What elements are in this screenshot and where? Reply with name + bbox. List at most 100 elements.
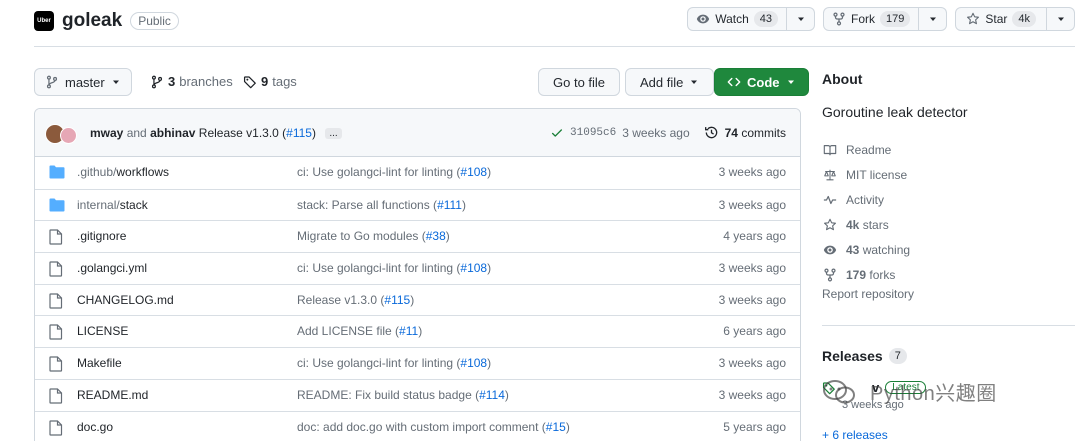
file-commit-pr-link[interactable]: #108 — [460, 261, 487, 275]
file-commit-pr-link[interactable]: #38 — [426, 229, 446, 243]
file-row: internal/stack stack: Parse all functions… — [35, 188, 800, 221]
code-button[interactable]: Code — [714, 68, 809, 96]
history-icon — [704, 125, 719, 140]
file-commit-message[interactable]: stack: Parse all functions (#111) — [297, 198, 466, 212]
file-name-link[interactable]: LICENSE — [77, 324, 128, 338]
releases-label: Releases — [822, 348, 883, 364]
expand-commit-button[interactable]: ... — [325, 128, 342, 140]
tags-label: tags — [272, 74, 297, 89]
file-commit-message[interactable]: Release v1.3.0 (#115) — [297, 293, 414, 307]
file-commit-text: stack: Parse all functions ( — [297, 197, 438, 212]
activity-link[interactable]: Activity — [822, 187, 910, 212]
watch-count: 43 — [753, 11, 778, 27]
releases-heading[interactable]: Releases 7 — [822, 348, 907, 364]
repo-name[interactable]: goleak — [62, 10, 122, 32]
go-to-file-button[interactable]: Go to file — [538, 68, 621, 96]
commit-title[interactable]: Release v1.3.0 ( — [199, 126, 286, 140]
file-commit-pr-link[interactable]: #15 — [546, 420, 566, 434]
file-commit-message[interactable]: Migrate to Go modules (#38) — [297, 229, 450, 243]
file-commit-message[interactable]: doc: add doc.go with custom import comme… — [297, 420, 570, 434]
branch-name: master — [65, 74, 105, 90]
file-commit-text-end: ) — [565, 419, 570, 434]
file-commit-message[interactable]: README: Fix build status badge (#114) — [297, 388, 509, 402]
triangle-down-icon — [112, 80, 119, 84]
file-commit-pr-link[interactable]: #115 — [384, 293, 410, 307]
file-name-link[interactable]: CHANGELOG.md — [77, 293, 174, 307]
git-branch-icon — [45, 75, 59, 89]
commits-label: commits — [741, 125, 786, 140]
commit-author[interactable]: mway — [90, 126, 123, 140]
activity-label: Activity — [846, 192, 885, 207]
star-button[interactable]: Star 4k — [955, 7, 1047, 31]
file-commit-message[interactable]: ci: Use golangci-lint for linting (#108) — [297, 356, 491, 370]
file-row: doc.go doc: add doc.go with custom import… — [35, 410, 800, 441]
more-releases-link[interactable]: + 6 releases — [822, 428, 888, 441]
commit-message: mway and abhinav Release v1.3.0 (#115) .… — [90, 126, 342, 140]
branches-link[interactable]: 3 branches — [150, 74, 233, 89]
report-repository-link[interactable]: Report repository — [822, 287, 914, 301]
code-icon — [727, 75, 741, 89]
commit-pr-link[interactable]: #115 — [286, 126, 312, 140]
file-commit-pr-link[interactable]: #108 — [460, 165, 487, 179]
file-commit-pr-link[interactable]: #108 — [460, 356, 487, 370]
add-file-button[interactable]: Add file — [625, 68, 715, 96]
pulse-icon — [822, 193, 838, 207]
watching-link[interactable]: 43 watching — [822, 237, 910, 262]
forks-link[interactable]: 179 forks — [822, 262, 910, 287]
commit-sha[interactable]: 31095c6 — [570, 127, 616, 139]
file-commit-message[interactable]: Add LICENSE file (#11) — [297, 324, 422, 338]
file-commit-message[interactable]: ci: Use golangci-lint for linting (#108) — [297, 165, 491, 179]
file-name-link[interactable]: .golangci.yml — [77, 261, 147, 275]
eye-icon — [696, 12, 710, 26]
file-rows: .github/workflows ci: Use golangci-lint f… — [35, 157, 800, 441]
fork-group: Fork 179 — [823, 7, 948, 31]
file-commit-text-end: ) — [461, 197, 466, 212]
file-icon — [49, 229, 63, 245]
branch-select-button[interactable]: master — [34, 68, 132, 96]
file-commit-pr-link[interactable]: #114 — [479, 388, 505, 402]
file-commit-text-end: ) — [487, 261, 492, 276]
file-icon — [49, 293, 63, 309]
triangle-down-icon — [787, 80, 794, 84]
file-commit-pr-link[interactable]: #111 — [437, 198, 462, 212]
readme-link[interactable]: Readme — [822, 137, 910, 162]
file-name-link[interactable]: .gitignore — [77, 229, 126, 243]
watch-dropdown[interactable] — [787, 7, 815, 31]
star-dropdown[interactable] — [1047, 7, 1075, 31]
license-link[interactable]: MIT license — [822, 162, 910, 187]
file-name: CHANGELOG.md — [77, 292, 174, 307]
watch-button[interactable]: Watch 43 — [687, 7, 787, 31]
commits-link[interactable]: 74 commits — [725, 126, 786, 140]
forks-label: forks — [869, 267, 896, 282]
tags-link[interactable]: 9 tags — [243, 74, 297, 89]
license-label: MIT license — [846, 167, 908, 182]
add-file-label: Add file — [640, 74, 684, 90]
file-icon — [49, 324, 63, 341]
avatar[interactable] — [60, 127, 77, 144]
watermark-text: Python兴趣圈 — [870, 383, 997, 405]
file-commit-message[interactable]: ci: Use golangci-lint for linting (#108) — [297, 261, 491, 275]
fork-dropdown[interactable] — [919, 7, 948, 31]
watch-label: Watch — [715, 12, 749, 26]
file-commit-text-end: ) — [487, 356, 492, 371]
file-commit-pr-link[interactable]: #11 — [399, 324, 418, 338]
file-name: .golangci.yml — [77, 261, 148, 276]
file-name-link[interactable]: doc.go — [77, 420, 113, 434]
file-name-link[interactable]: README.md — [77, 388, 148, 402]
git-branch-icon — [150, 75, 164, 89]
stars-link[interactable]: 4k stars — [822, 212, 910, 237]
org-logo[interactable]: Uber — [34, 11, 54, 31]
file-name-link[interactable]: internal/stack — [77, 198, 148, 212]
commit-coauthor[interactable]: abhinav — [150, 126, 195, 140]
star-label: Star — [985, 12, 1008, 26]
file-commit-age: 3 weeks ago — [718, 261, 786, 276]
commit-and: and — [126, 126, 147, 140]
file-name-link[interactable]: Makefile — [77, 356, 122, 370]
file-commit-text-end: ) — [445, 229, 450, 244]
stars-count: 4k — [846, 217, 860, 232]
about-list: Readme MIT license Activity 4k stars 43 … — [822, 137, 910, 287]
check-icon — [550, 126, 564, 140]
fork-button[interactable]: Fork 179 — [823, 7, 920, 31]
file-commit-text: README: Fix build status badge ( — [297, 387, 480, 402]
file-name-link[interactable]: .github/workflows — [77, 165, 169, 179]
